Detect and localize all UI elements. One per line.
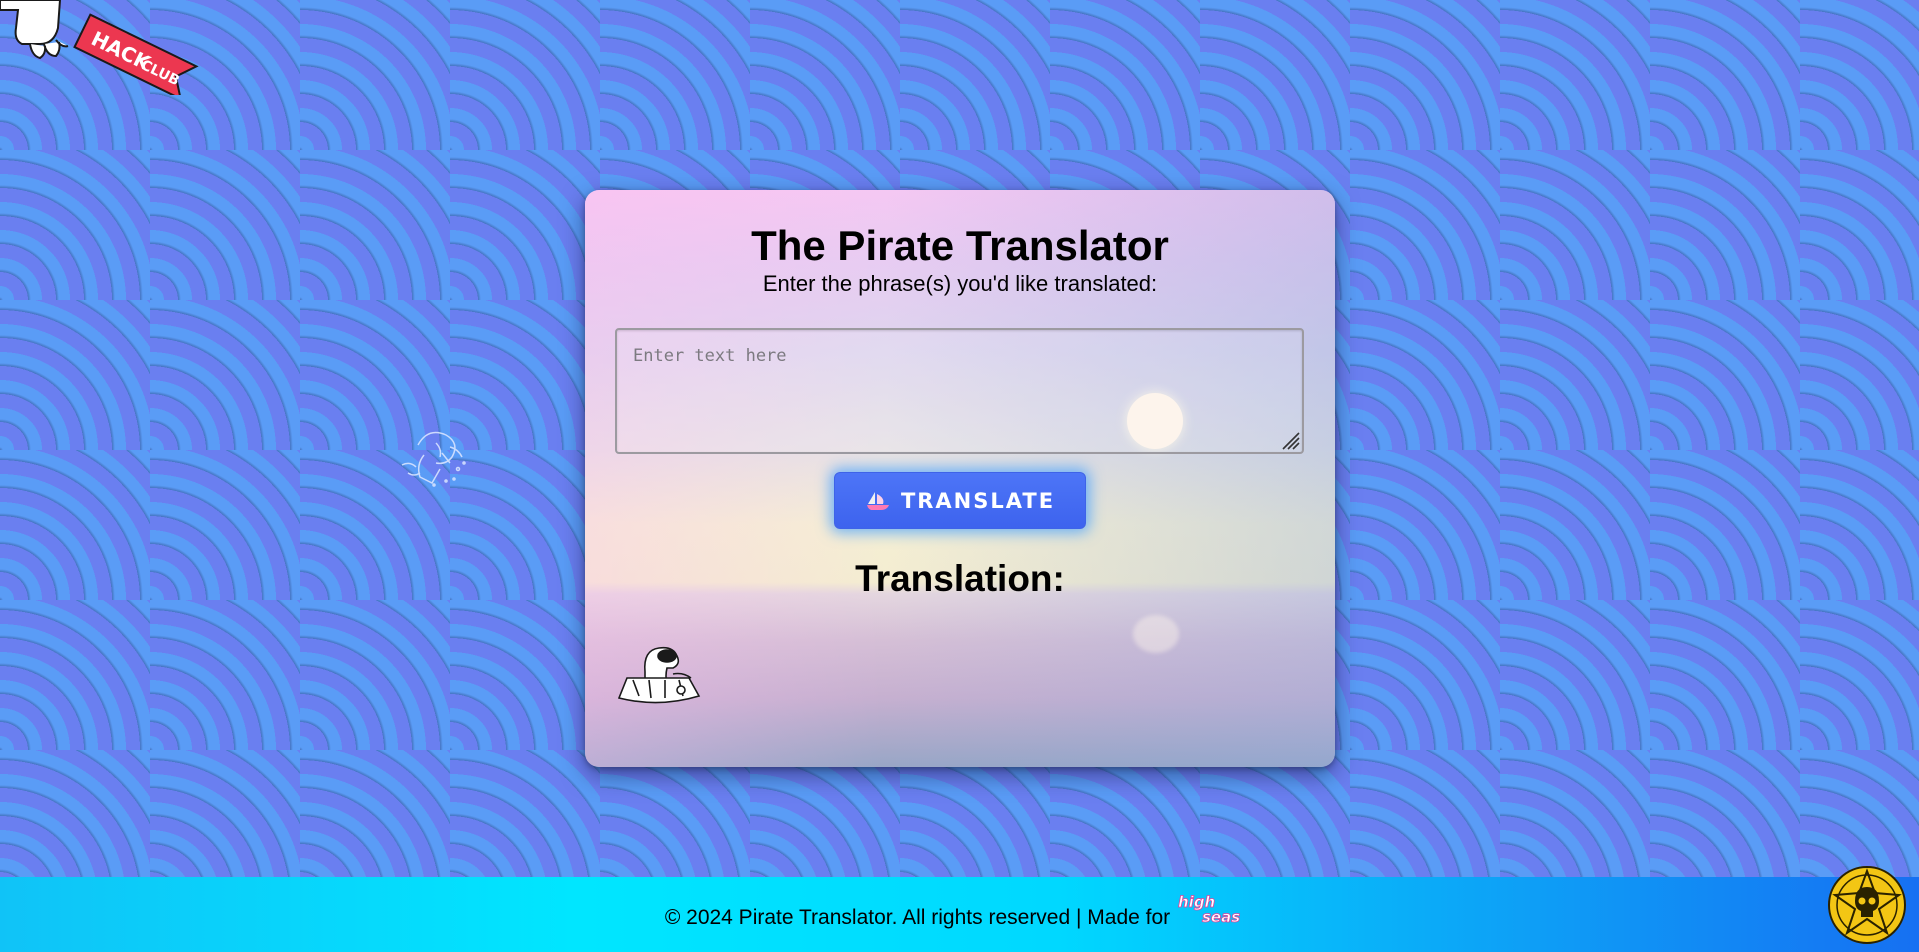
phrase-input[interactable] — [615, 328, 1304, 454]
page-title: The Pirate Translator — [751, 222, 1169, 269]
translation-output — [705, 610, 1215, 650]
page-subtitle: Enter the phrase(s) you'd like translate… — [762, 271, 1158, 296]
translator-card: The Pirate Translator Enter the phrase(s… — [585, 190, 1335, 767]
translate-button[interactable]: TRANSLATE — [834, 472, 1086, 529]
textarea-resize-handle-icon[interactable] — [1280, 430, 1300, 450]
hack-club-flag-logo[interactable]: HACK CLUB — [0, 0, 200, 95]
ship-icon — [866, 491, 889, 510]
translate-button-label: TRANSLATE — [900, 488, 1056, 513]
footer-copyright: © 2024 Pirate Translator. All rights res… — [664, 905, 1171, 929]
ghost-ship-doodle-icon — [401, 431, 466, 487]
dinosaur-in-boat-icon — [617, 646, 701, 704]
svg-text:seas: seas — [1202, 908, 1240, 926]
footer: © 2024 Pirate Translator. All rights res… — [0, 877, 1919, 952]
translation-heading: Translation: — [855, 558, 1065, 599]
pirate-skull-seal-icon[interactable] — [1827, 865, 1907, 945]
high-seas-logo[interactable]: high seas — [1176, 892, 1254, 926]
